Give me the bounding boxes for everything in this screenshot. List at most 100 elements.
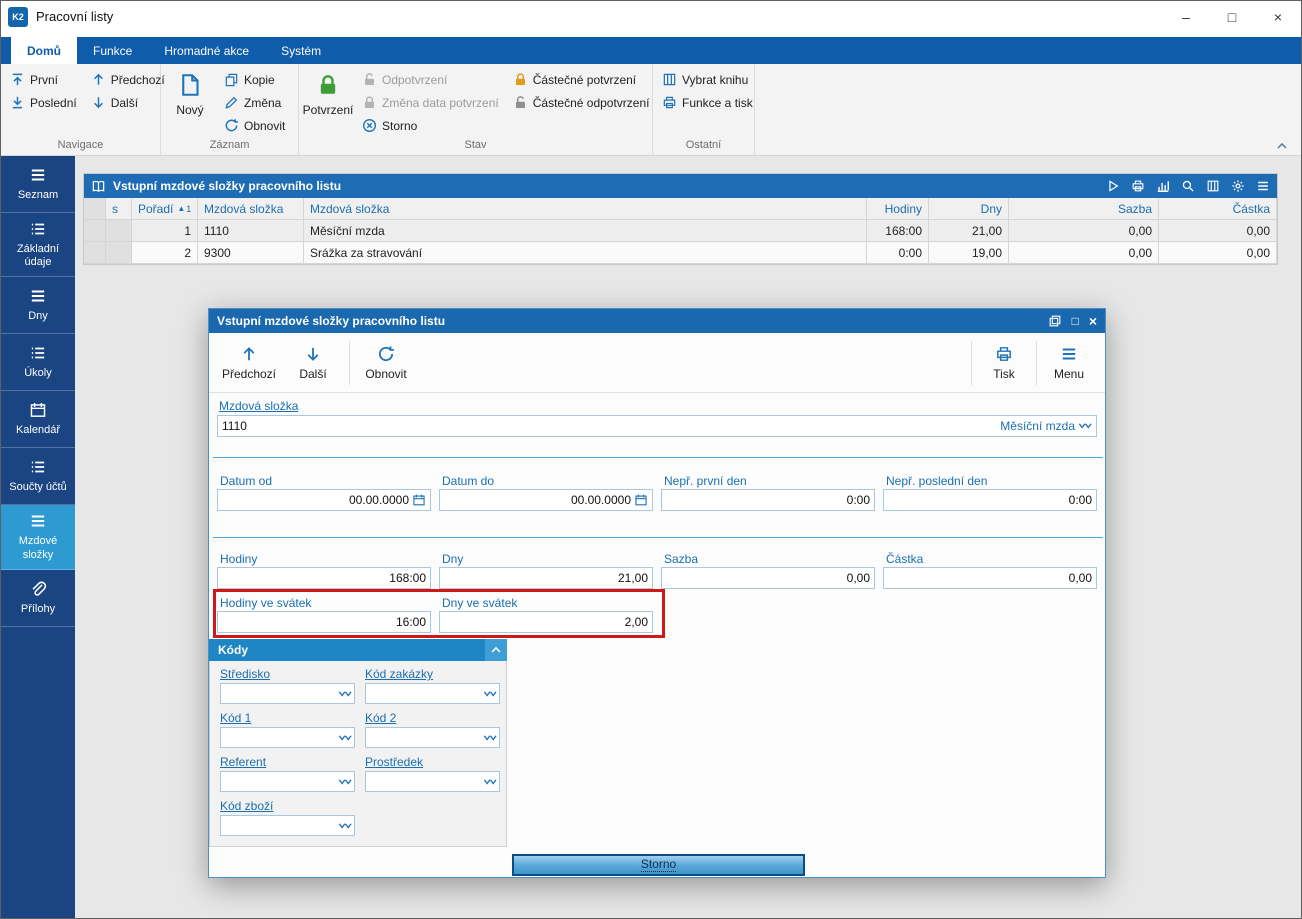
dialog-refresh-button[interactable]: Obnovit — [354, 345, 418, 381]
prostredek-label[interactable]: Prostředek — [365, 755, 423, 769]
row-selector-cell[interactable] — [84, 220, 106, 242]
tab-system[interactable]: Systém — [265, 37, 337, 64]
kod-zbozi-input[interactable] — [225, 818, 338, 833]
table-row[interactable]: 2 9300 Srážka za stravování 0:00 19,00 0… — [84, 242, 1277, 264]
column-header-dny[interactable]: Dny — [929, 198, 1009, 220]
dny-input[interactable] — [444, 571, 648, 585]
referent-label[interactable]: Referent — [220, 755, 266, 769]
sidebar-item-kalendar[interactable]: Kalendář — [1, 391, 75, 449]
column-header-poradi[interactable]: Pořadí ▲ 1 — [132, 198, 198, 220]
datum-od-input[interactable] — [222, 493, 409, 507]
cell-nazev[interactable]: Měsíční mzda — [304, 220, 867, 242]
sidebar-item-soucty-uctu[interactable]: Součty účtů — [1, 448, 75, 506]
cell-sazba[interactable]: 0,00 — [1009, 242, 1159, 264]
lookup-dropdown-icon[interactable] — [483, 731, 497, 745]
columns-icon[interactable] — [1206, 179, 1220, 193]
grid-menu-icon[interactable] — [1256, 179, 1270, 193]
mzdova-slozka-input[interactable] — [222, 419, 998, 433]
new-record-button[interactable]: Nový — [167, 67, 213, 117]
lookup-dropdown-icon[interactable] — [338, 775, 352, 789]
castka-input[interactable] — [888, 571, 1092, 585]
last-record-button[interactable]: Poslední — [7, 92, 80, 113]
column-header-hodiny[interactable]: Hodiny — [867, 198, 929, 220]
cell-poradi[interactable]: 2 — [132, 242, 198, 264]
cell-kod[interactable]: 1110 — [198, 220, 304, 242]
kod2-input[interactable] — [370, 730, 483, 745]
partial-unconfirm-button[interactable]: Částečné odpotvrzení — [510, 92, 653, 113]
referent-input[interactable] — [225, 774, 338, 789]
kod-zakazky-label[interactable]: Kód zakázky — [365, 667, 433, 681]
collapse-ribbon-button[interactable] — [1275, 139, 1289, 153]
cell-s[interactable] — [106, 220, 132, 242]
nepr-posledni-den-input[interactable] — [888, 493, 1092, 507]
lookup-dropdown-icon[interactable] — [338, 687, 352, 701]
cell-poradi[interactable]: 1 — [132, 220, 198, 242]
prostredek-input[interactable] — [370, 774, 483, 789]
cell-nazev[interactable]: Srážka za stravování — [304, 242, 867, 264]
mzdova-slozka-name[interactable]: Měsíční mzda — [1000, 419, 1075, 433]
float-window-icon[interactable] — [1048, 314, 1062, 328]
storno-button[interactable]: Storno — [512, 854, 805, 876]
sidebar-item-seznam[interactable]: Seznam — [1, 156, 75, 213]
dialog-print-button[interactable]: Tisk — [976, 345, 1032, 381]
cell-castka[interactable]: 0,00 — [1159, 242, 1277, 264]
hodiny-input[interactable] — [222, 571, 426, 585]
column-header-s[interactable]: s — [106, 198, 132, 220]
collapse-panel-button[interactable] — [485, 639, 507, 661]
sazba-input[interactable] — [666, 571, 870, 585]
kod1-input[interactable] — [225, 730, 338, 745]
tab-hromadne-akce[interactable]: Hromadné akce — [148, 37, 265, 64]
stredisko-label[interactable]: Středisko — [220, 667, 270, 681]
lookup-dropdown-icon[interactable] — [483, 775, 497, 789]
stredisko-input[interactable] — [225, 686, 338, 701]
nepr-prvni-den-input[interactable] — [666, 493, 870, 507]
column-header-castka[interactable]: Částka — [1159, 198, 1277, 220]
kod1-label[interactable]: Kód 1 — [220, 711, 251, 725]
mzdova-slozka-label[interactable]: Mzdová složka — [219, 399, 298, 413]
cell-sazba[interactable]: 0,00 — [1009, 220, 1159, 242]
close-button[interactable]: × — [1255, 1, 1301, 32]
calendar-icon[interactable] — [412, 493, 426, 507]
sidebar-item-zakladni-udaje[interactable]: Základní údaje — [1, 213, 75, 278]
maximize-button[interactable]: □ — [1209, 1, 1255, 32]
sidebar-item-dny[interactable]: Dny — [1, 277, 75, 335]
settings-gear-icon[interactable] — [1231, 179, 1245, 193]
first-record-button[interactable]: První — [7, 69, 80, 90]
lookup-dropdown-icon[interactable] — [1078, 419, 1092, 433]
row-selector-cell[interactable] — [84, 242, 106, 264]
cell-kod[interactable]: 9300 — [198, 242, 304, 264]
tab-funkce[interactable]: Funkce — [77, 37, 148, 64]
lookup-dropdown-icon[interactable] — [483, 687, 497, 701]
cell-dny[interactable]: 19,00 — [929, 242, 1009, 264]
dny-ve-svatek-input[interactable] — [444, 615, 648, 629]
cell-hodiny[interactable]: 0:00 — [867, 242, 929, 264]
dialog-close-button[interactable]: × — [1089, 313, 1097, 329]
select-book-button[interactable]: Vybrat knihu — [659, 69, 756, 90]
datum-do-input[interactable] — [444, 493, 631, 507]
column-header-mzdova-slozka-kod[interactable]: Mzdová složka — [198, 198, 304, 220]
edit-button[interactable]: Změna — [221, 92, 288, 113]
chart-icon[interactable] — [1156, 179, 1170, 193]
refresh-button[interactable]: Obnovit — [221, 115, 288, 136]
analysis-search-icon[interactable] — [1181, 179, 1195, 193]
dialog-menu-button[interactable]: Menu — [1041, 345, 1097, 381]
cancel-record-button[interactable]: Storno — [359, 115, 502, 136]
cell-castka[interactable]: 0,00 — [1159, 220, 1277, 242]
kod-zbozi-label[interactable]: Kód zboží — [220, 799, 273, 813]
dialog-previous-button[interactable]: Předchozí — [217, 345, 281, 381]
previous-record-button[interactable]: Předchozí — [88, 69, 168, 90]
dialog-maximize-button[interactable]: □ — [1072, 314, 1079, 328]
kod2-label[interactable]: Kód 2 — [365, 711, 396, 725]
lookup-dropdown-icon[interactable] — [338, 731, 352, 745]
dialog-next-button[interactable]: Další — [281, 345, 345, 381]
hodiny-ve-svatek-input[interactable] — [222, 615, 426, 629]
sidebar-item-mzdove-slozky[interactable]: Mzdové složky — [1, 505, 75, 570]
kod-zakazky-input[interactable] — [370, 686, 483, 701]
run-icon[interactable] — [1106, 179, 1120, 193]
copy-button[interactable]: Kopie — [221, 69, 288, 90]
lookup-dropdown-icon[interactable] — [338, 819, 352, 833]
tab-domu[interactable]: Domů — [11, 37, 77, 64]
print-icon[interactable] — [1131, 179, 1145, 193]
cell-hodiny[interactable]: 168:00 — [867, 220, 929, 242]
sidebar-item-ukoly[interactable]: Úkoly — [1, 334, 75, 392]
